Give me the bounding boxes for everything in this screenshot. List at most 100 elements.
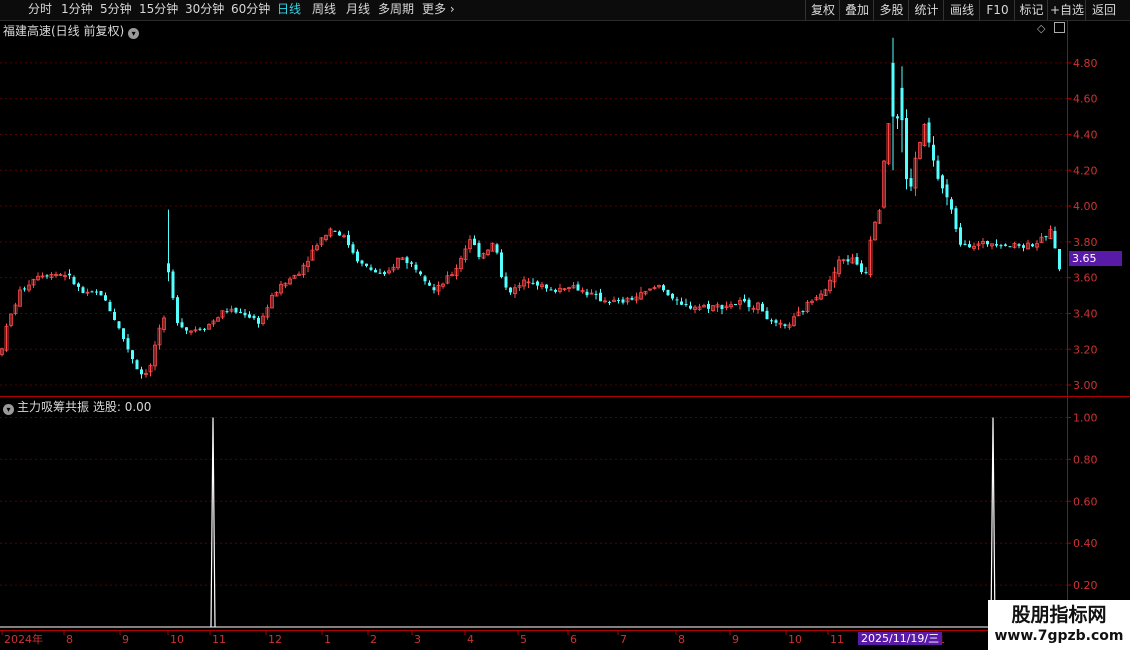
candle-body <box>252 315 256 319</box>
candle-body <box>774 320 778 323</box>
candle-body <box>576 284 580 291</box>
candle-body <box>599 292 602 302</box>
kline-chart[interactable]: 4.80 4.60 4.40 4.20 4.00 3.80 3.60 3.40 3.20 3.00… <box>0 0 1130 650</box>
candle-body <box>684 304 688 306</box>
price-axis-labels: 4.80 4.60 4.40 4.20 4.00 3.80 3.60 3.40 3.20 3.00 <box>1067 57 1098 392</box>
candle-body <box>545 284 548 289</box>
candle-body <box>666 289 670 296</box>
price-tick-label: 3.80 <box>1073 236 1098 249</box>
candle-body <box>405 257 409 264</box>
candle-body <box>927 122 931 143</box>
ind-tick-label: 0.80 <box>1073 453 1098 466</box>
candle-body <box>495 244 499 253</box>
right-info-column <box>1123 24 1130 394</box>
price-tick-label: 4.20 <box>1073 164 1098 177</box>
candle-body <box>72 277 76 285</box>
candle-body <box>1004 244 1007 246</box>
candle-body <box>662 285 665 291</box>
candle-body <box>504 276 508 288</box>
candle-body <box>905 118 908 180</box>
candle-body <box>900 87 904 121</box>
candle-body <box>945 184 949 198</box>
candle-body <box>423 276 427 282</box>
candle-body <box>783 324 787 327</box>
candle-body <box>536 281 539 286</box>
indicator-spike <box>210 417 216 628</box>
price-tick-label: 4.80 <box>1073 57 1098 70</box>
candle-body <box>131 350 134 360</box>
date-tick-label: 5 <box>520 633 527 646</box>
candle-body <box>531 282 535 284</box>
chevron-down-icon[interactable]: ▾ <box>3 404 14 415</box>
candle-body <box>243 312 247 316</box>
candle-body <box>167 263 170 273</box>
candle-body <box>419 271 422 275</box>
candle-body <box>95 291 98 293</box>
candle-body <box>68 273 71 276</box>
candle-body <box>234 307 238 313</box>
candle-body <box>675 299 679 301</box>
candle-body <box>198 328 202 330</box>
candle-body <box>1058 248 1061 270</box>
candle-body <box>99 290 103 296</box>
price-tick-label: 4.00 <box>1073 200 1098 213</box>
candle-body <box>473 238 476 246</box>
candle-body <box>720 305 724 309</box>
candle-body <box>689 305 692 309</box>
candle-body <box>77 283 80 287</box>
date-tick-label: 2 <box>370 633 377 646</box>
xuangu-value: 选股: 0.00 <box>92 400 152 414</box>
candle-body <box>950 199 953 210</box>
candle-body <box>959 227 962 245</box>
candle-body <box>365 263 368 266</box>
cursor-date-badge: 2025/11/19/三 <box>858 632 943 645</box>
candle-body <box>117 321 121 329</box>
candle-body <box>477 243 481 257</box>
current-price-badge: 3.65 <box>1069 251 1122 266</box>
candle-body <box>891 62 895 117</box>
indicator-axis-labels: 1.00 0.80 0.60 0.40 0.20 <box>1067 411 1098 592</box>
candle-body <box>896 116 899 119</box>
candle-body <box>734 304 737 306</box>
candle-body <box>1031 244 1034 247</box>
price-tick-label: 4.40 <box>1073 128 1098 141</box>
candle-body <box>963 243 967 246</box>
ind-tick-label: 1.00 <box>1073 411 1098 424</box>
candle-body <box>414 264 418 270</box>
price-tick-label: 3.40 <box>1073 307 1098 320</box>
date-tick-label: 8 <box>678 633 685 646</box>
indicator-series <box>0 417 1062 628</box>
candle-body <box>630 297 634 300</box>
date-axis-labels: 2024年8910111212345678910111 <box>1 631 945 646</box>
candle-body <box>770 320 773 322</box>
indicator-name: 主力吸筹共振 <box>17 400 90 414</box>
candle-body <box>909 178 913 187</box>
candle-body <box>617 300 620 302</box>
candle-body <box>90 291 94 293</box>
candle-body <box>549 289 553 291</box>
candle-body <box>801 311 805 313</box>
candle-body <box>369 267 373 270</box>
candle-body <box>104 295 107 301</box>
candle-body <box>761 303 764 312</box>
candle-body <box>45 275 49 277</box>
candle-body <box>932 144 935 161</box>
price-tick-label: 3.00 <box>1073 379 1098 392</box>
date-tick-label: 8 <box>66 633 73 646</box>
candle-body <box>108 302 112 312</box>
candle-body <box>671 293 674 299</box>
candle-body <box>554 289 557 292</box>
candle-body <box>239 311 242 313</box>
date-tick-label: 4 <box>467 633 474 646</box>
candle-body <box>1008 246 1012 248</box>
candle-body <box>135 360 139 370</box>
candle-body <box>338 231 341 236</box>
date-tick-label: 11 <box>830 633 844 646</box>
candle-body <box>1017 244 1021 246</box>
candle-body <box>113 311 116 320</box>
date-tick-label: 1 <box>324 633 331 646</box>
candle-body <box>954 208 958 230</box>
indicator-title: ▾ 主力吸筹共振 选股: 0.00 <box>3 398 151 415</box>
candle-body <box>999 245 1003 247</box>
candle-body <box>203 328 206 330</box>
